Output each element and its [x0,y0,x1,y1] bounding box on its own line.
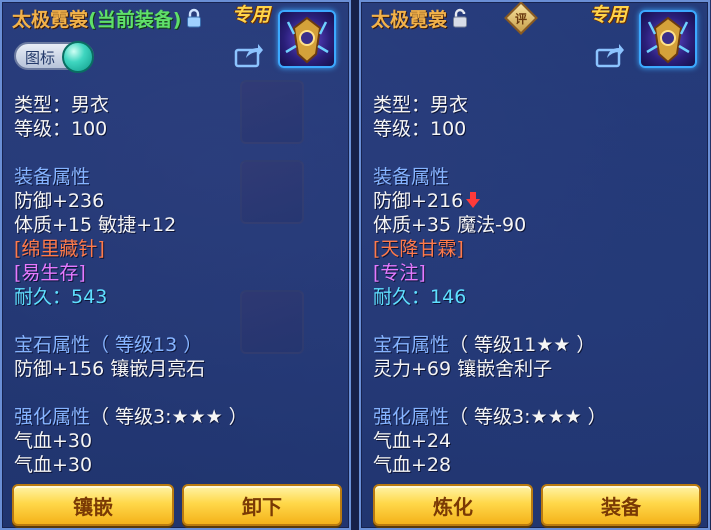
forge-level: （ 等级3:★★★ ） [449,406,607,428]
arrow-down-icon [465,191,481,209]
item-level: 等级：100 [14,118,108,140]
durability: 耐久：146 [373,282,466,309]
item-level: 等级：100 [373,118,467,140]
armor-item-icon [278,10,336,68]
gem-line: 防御+156 镶嵌月亮石 [14,358,206,380]
exclusive-tag: 专用 [589,4,628,26]
unequip-button[interactable]: 卸下 [182,484,342,526]
item-type: 类型：男衣 [14,94,110,116]
share-icon[interactable] [595,42,625,68]
forge-attr-header: 强化属性 [14,406,91,428]
durability: 耐久：543 [14,282,107,309]
rate-badge-text: 评 [514,11,527,26]
icon-toggle-label: 图标 [25,49,56,67]
gem-level: （ 等级11★★ ） [449,334,596,356]
gem-attr-header: 宝石属性 [373,334,450,356]
special-effect: [易生存] [14,262,86,284]
gem-level: （ 等级13 ） [90,334,203,356]
gem-attr-header: 宝石属性 [14,334,91,356]
icon-toggle[interactable]: 图标 [14,41,94,73]
attr-line: 体质+35 魔法-90 [373,214,527,236]
current-equipment-panel: 太极霓裳 (当前装备) 专用 图标 类型：男衣 等级：100 装备属性 防御+2… [0,0,351,530]
item-name: 太极霓裳 [12,8,89,31]
equip-attr-header: 装备属性 [373,166,450,188]
equip-attr-header: 装备属性 [14,166,91,188]
special-skill: [天降甘霖] [373,238,464,260]
armor-item-icon [639,10,697,68]
rate-badge-icon[interactable]: 评 [504,2,538,35]
attr-line-row: 防御+216 [373,186,481,213]
forge-attr-row: 强化属性（ 等级3:★★★ ） [373,402,607,429]
refine-button[interactable]: 炼化 [373,484,533,526]
toggle-knob [62,41,94,73]
gem-line: 灵力+69 镶嵌舍利子 [373,358,553,380]
forge-line: 气血+30 [14,430,93,452]
unlock-icon[interactable] [452,8,468,28]
item-name: 太极霓裳 [371,8,448,31]
durability-label: 耐久： [373,286,431,308]
forge-attr-row: 强化属性（ 等级3:★★★ ） [14,402,248,429]
gem-attr-row: 宝石属性（ 等级11★★ ） [373,330,595,357]
special-effect: [专注] [373,262,426,284]
exclusive-tag: 专用 [232,4,271,26]
lock-icon[interactable] [186,8,202,28]
share-icon[interactable] [234,42,264,68]
special-skill: [绵里藏针] [14,238,105,260]
durability-value: 543 [71,286,108,308]
current-equip-label: (当前装备) [88,8,182,31]
forge-level: （ 等级3:★★★ ） [90,406,248,428]
attr-line: 体质+15 敏捷+12 [14,214,177,236]
durability-label: 耐久： [14,286,72,308]
forge-line: 气血+24 [373,430,452,452]
attr-line: 防御+236 [14,190,105,212]
item-title: 太极霓裳 [371,4,468,32]
inlay-button[interactable]: 镶嵌 [12,484,174,526]
equip-button[interactable]: 装备 [541,484,701,526]
item-title: 太极霓裳 (当前装备) [12,4,202,32]
forge-line: 气血+28 [373,454,452,476]
compare-equipment-panel: 太极霓裳 评 专用 类型：男衣 等级：100 装备属性 防御+216 体质+35… [359,0,710,530]
panel-divider [351,0,359,530]
forge-attr-header: 强化属性 [373,406,450,428]
forge-line: 气血+30 [14,454,93,476]
item-type: 类型：男衣 [373,94,469,116]
gem-attr-row: 宝石属性（ 等级13 ） [14,330,202,357]
attr-line: 防御+216 [373,190,464,212]
durability-value: 146 [430,286,467,308]
